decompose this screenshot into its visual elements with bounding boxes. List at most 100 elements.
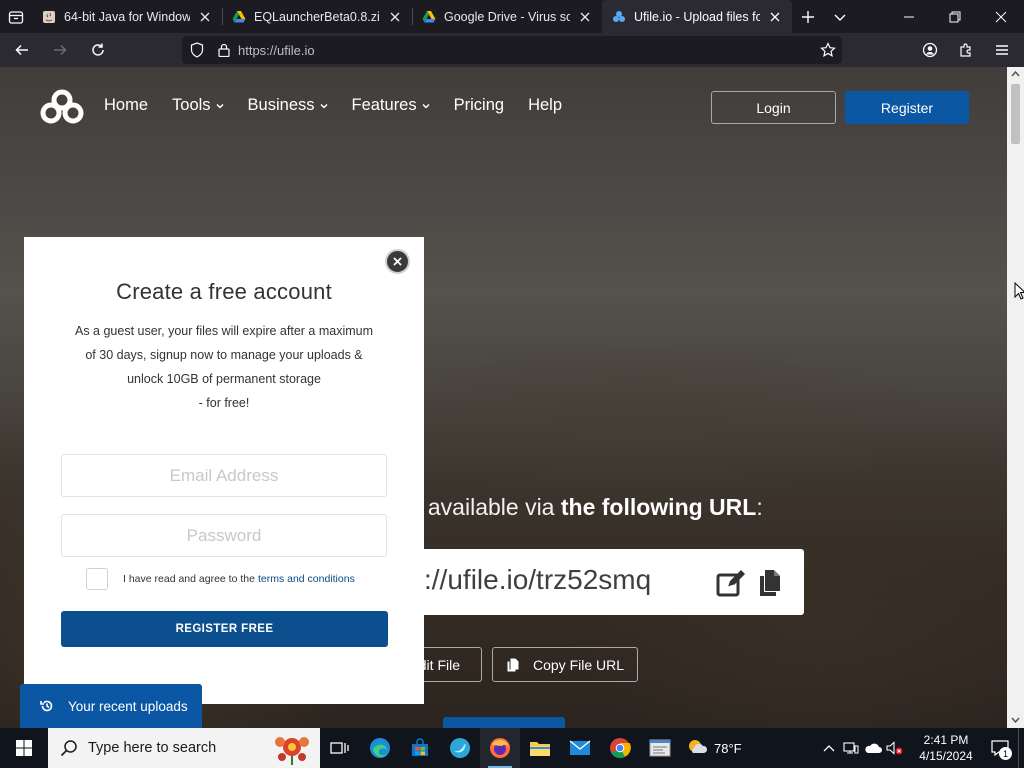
modal-desc-line: - for free!: [198, 396, 250, 410]
tab-eqlauncher[interactable]: EQLauncherBeta0.8.zip - G: [222, 0, 412, 33]
restore-icon[interactable]: [932, 0, 978, 33]
system-tray: 2:41 PM 4/15/2024 1: [818, 728, 1024, 768]
file-explorer-icon[interactable]: [520, 728, 560, 768]
windows-start-icon[interactable]: [0, 728, 48, 768]
chevron-down-icon: [422, 103, 430, 109]
tab-close-icon[interactable]: [766, 8, 784, 26]
show-desktop-button[interactable]: [1018, 728, 1024, 768]
firefox-icon[interactable]: [480, 728, 520, 768]
notification-badge: 1: [999, 747, 1012, 760]
search-highlight-flowers-icon: [275, 737, 309, 765]
search-icon: [60, 740, 77, 757]
tab-title: Ufile.io - Upload files for f: [634, 9, 760, 24]
bookmark-star-icon[interactable]: [820, 42, 836, 58]
chrome-icon[interactable]: [600, 728, 640, 768]
file-url-text[interactable]: ://ufile.io/trz52smq: [424, 564, 651, 596]
upload-button-partial[interactable]: [443, 717, 565, 728]
page-scrollbar[interactable]: [1007, 67, 1024, 728]
network-icon[interactable]: [840, 728, 862, 768]
tab-ufile[interactable]: Ufile.io - Upload files for f: [602, 0, 792, 33]
clock-date: 4/15/2024: [919, 749, 973, 763]
windows-taskbar: Type here to search 78°F 2:41 PM 4/15/20…: [0, 728, 1024, 768]
tab-close-icon[interactable]: [196, 8, 214, 26]
taskbar-search-box[interactable]: Type here to search: [48, 728, 320, 768]
register-button[interactable]: Register: [845, 91, 969, 124]
close-icon: [393, 257, 402, 266]
window-close-icon[interactable]: [978, 0, 1024, 33]
reload-icon[interactable]: [82, 34, 114, 66]
tab-list-icon[interactable]: [0, 0, 32, 33]
nav-tools-label: Tools: [172, 96, 211, 114]
google-drive-icon: [232, 10, 246, 22]
microsoft-store-icon[interactable]: [400, 728, 440, 768]
terms-link[interactable]: terms and conditions: [258, 573, 355, 585]
modal-close-button[interactable]: [385, 249, 410, 274]
terms-checkbox[interactable]: [86, 568, 108, 590]
history-icon: [40, 700, 53, 712]
browser-tab-strip: 64-bit Java for Windows EQLauncherBeta0.…: [0, 0, 1024, 33]
nav-features-label: Features: [351, 96, 417, 114]
extensions-icon[interactable]: [950, 34, 982, 66]
mail-icon[interactable]: [560, 728, 600, 768]
file-url-box: ://ufile.io/trz52smq: [410, 549, 804, 615]
nav-pricing[interactable]: Pricing: [454, 96, 504, 115]
login-button[interactable]: Login: [711, 91, 836, 124]
tray-overflow-chevron-icon[interactable]: [818, 728, 840, 768]
mouse-cursor-icon: [1014, 282, 1024, 300]
password-field[interactable]: Password: [61, 514, 387, 557]
nav-features[interactable]: Features: [352, 96, 430, 115]
new-tab-icon[interactable]: [792, 0, 824, 33]
ufile-logo-icon[interactable]: [38, 89, 86, 125]
recent-uploads-label: Your recent uploads: [68, 698, 188, 714]
site-navigation: Home Tools Business Features Pricing Hel…: [104, 96, 586, 115]
onedrive-cloud-icon[interactable]: [862, 728, 884, 768]
account-icon[interactable]: [914, 34, 946, 66]
copy-file-url-label: Copy File URL: [533, 656, 625, 673]
minimize-icon[interactable]: [886, 0, 932, 33]
nav-home[interactable]: Home: [104, 96, 148, 115]
nav-business-label: Business: [247, 96, 315, 114]
nav-tools[interactable]: Tools: [172, 96, 224, 115]
chevron-down-icon: [319, 103, 328, 109]
nav-help-label: Help: [528, 96, 562, 114]
menu-hamburger-icon[interactable]: [986, 34, 1018, 66]
nav-help[interactable]: Help: [528, 96, 562, 115]
tab-java[interactable]: 64-bit Java for Windows: [32, 0, 222, 33]
nav-business[interactable]: Business: [248, 96, 328, 115]
tab-close-icon[interactable]: [386, 8, 404, 26]
volume-muted-icon[interactable]: [884, 728, 906, 768]
scroll-up-arrow-icon[interactable]: [1011, 69, 1020, 79]
tab-title: 64-bit Java for Windows: [64, 9, 190, 24]
clock-time: 2:41 PM: [923, 733, 969, 747]
lock-icon[interactable]: [218, 43, 230, 57]
edit-icon[interactable]: [716, 569, 746, 597]
page-content: Home Tools Business Features Pricing Hel…: [0, 67, 1007, 728]
notification-center-icon[interactable]: 1: [982, 728, 1018, 768]
task-view-icon[interactable]: [320, 728, 360, 768]
tab-google-drive[interactable]: Google Drive - Virus scan: [412, 0, 602, 33]
tab-title: Google Drive - Virus scan: [444, 9, 570, 24]
java-favicon-icon: [43, 10, 55, 23]
system-clock[interactable]: 2:41 PM 4/15/2024: [910, 732, 982, 764]
back-arrow-icon[interactable]: [6, 34, 38, 66]
register-free-button[interactable]: REGISTER FREE: [61, 611, 388, 647]
tab-close-icon[interactable]: [576, 8, 594, 26]
address-bar[interactable]: https://ufile.io: [182, 36, 842, 64]
recent-uploads-button[interactable]: Your recent uploads: [20, 684, 202, 728]
chevron-down-icon: [216, 103, 224, 109]
copy-file-url-button[interactable]: Copy File URL: [492, 647, 638, 682]
email-field[interactable]: Email Address: [61, 454, 387, 497]
tab-overflow-chevron-icon[interactable]: [824, 0, 856, 33]
scrollbar-thumb[interactable]: [1011, 84, 1020, 144]
generic-app-icon[interactable]: [640, 728, 680, 768]
edge-icon[interactable]: [360, 728, 400, 768]
forward-arrow-icon[interactable]: [44, 34, 76, 66]
shield-icon[interactable]: [190, 42, 204, 58]
copy-icon[interactable]: [758, 569, 782, 597]
bird-app-icon[interactable]: [440, 728, 480, 768]
scroll-down-arrow-icon[interactable]: [1011, 715, 1020, 725]
tab-title: EQLauncherBeta0.8.zip - G: [254, 9, 380, 24]
modal-description: As a guest user, your files will expire …: [58, 319, 390, 415]
weather-widget[interactable]: 78°F: [686, 737, 742, 759]
ufile-favicon-icon: [613, 10, 625, 22]
